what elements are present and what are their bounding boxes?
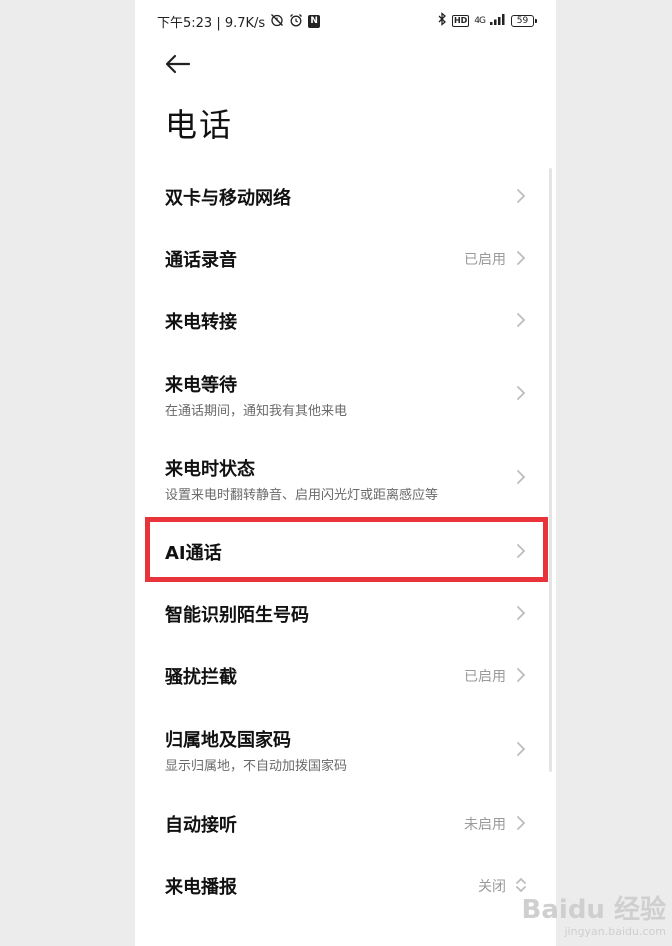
- settings-item-title: 通话录音: [165, 250, 237, 271]
- notification-badge-icon: N: [308, 15, 321, 28]
- settings-item-location-country-code[interactable]: 归属地及国家码 显示归属地，不自动加拨国家码: [135, 706, 556, 792]
- back-button[interactable]: [157, 46, 197, 82]
- settings-item-title: 来电播报: [165, 877, 237, 898]
- settings-item-title: 自动接听: [165, 815, 237, 836]
- chevron-right-icon: [517, 470, 526, 484]
- no-alarm-icon: [270, 13, 284, 31]
- settings-item-call-forwarding[interactable]: 来电转接: [135, 289, 556, 351]
- settings-item-title: 智能识别陌生号码: [165, 605, 309, 626]
- settings-item-dual-sim[interactable]: 双卡与移动网络: [135, 165, 556, 227]
- settings-item-title: 双卡与移动网络: [165, 188, 291, 209]
- settings-item-incoming-call-status[interactable]: 来电时状态 设置来电时翻转静音、启用闪光灯或距离感应等: [135, 435, 556, 517]
- settings-item-call-recording[interactable]: 通话录音 已启用: [135, 227, 556, 289]
- settings-item-subtitle: 设置来电时翻转静音、启用闪光灯或距离感应等: [165, 488, 439, 503]
- settings-item-value: 已启用: [464, 252, 506, 268]
- chevron-right-icon: [517, 251, 526, 265]
- status-bar-right: HD 4G 59: [437, 12, 537, 30]
- status-bar-left: 下午5:23 | 9.7K/s N: [157, 12, 321, 31]
- settings-item-title: 来电转接: [165, 312, 237, 333]
- chevron-right-icon: [517, 386, 526, 400]
- chevron-right-icon: [517, 544, 526, 558]
- settings-item-ai-call[interactable]: AI通话: [135, 520, 556, 582]
- chevron-right-icon: [517, 668, 526, 682]
- network-type-icon: 4G: [474, 16, 486, 26]
- bluetooth-icon: [437, 12, 447, 30]
- settings-item-auto-answer[interactable]: 自动接听 未启用: [135, 792, 556, 854]
- page-title: 电话: [165, 106, 234, 144]
- status-bar: 下午5:23 | 9.7K/s N HD 4G 59: [135, 0, 556, 42]
- settings-item-unknown-number-id[interactable]: 智能识别陌生号码: [135, 582, 556, 644]
- settings-item-call-waiting[interactable]: 来电等待 在通话期间，通知我有其他来电: [135, 351, 556, 435]
- watermark-brand: Baidu 经验: [521, 895, 666, 925]
- settings-item-value: 关闭: [478, 879, 506, 895]
- baidu-jingyan-watermark: Baidu 经验 jingyan.baidu.com: [522, 895, 666, 938]
- signal-strength-icon: [490, 13, 506, 29]
- settings-item-title: AI通话: [165, 543, 222, 564]
- phone-screen: 下午5:23 | 9.7K/s N HD 4G 59 电话 双卡与移动网络 通话…: [135, 0, 556, 946]
- alarm-clock-icon: [289, 13, 303, 31]
- settings-item-value: 未启用: [464, 817, 506, 833]
- settings-item-title: 来电时状态: [165, 459, 255, 480]
- settings-item-value: 已启用: [464, 669, 506, 685]
- chevron-right-icon: [517, 606, 526, 620]
- settings-item-caller-announcement[interactable]: 来电播报 关闭: [135, 854, 556, 916]
- hd-voice-icon: HD: [451, 15, 470, 27]
- chevron-right-icon: [517, 816, 526, 830]
- battery-icon: 59: [511, 15, 537, 27]
- settings-item-title: 骚扰拦截: [165, 667, 237, 688]
- settings-item-subtitle: 在通话期间，通知我有其他来电: [165, 404, 348, 419]
- chevron-right-icon: [517, 313, 526, 327]
- back-arrow-icon: [165, 54, 191, 74]
- chevron-right-icon: [517, 189, 526, 203]
- settings-item-spam-blocking[interactable]: 骚扰拦截 已启用: [135, 644, 556, 706]
- settings-item-title: 归属地及国家码: [165, 730, 291, 751]
- settings-item-title: 来电等待: [165, 375, 237, 396]
- status-time-speed: 下午5:23 | 9.7K/s: [157, 16, 266, 31]
- up-down-chevron-icon: [516, 877, 526, 893]
- watermark-url: jingyan.baidu.com: [564, 925, 666, 938]
- settings-item-subtitle: 显示归属地，不自动加拨国家码: [165, 759, 348, 774]
- chevron-right-icon: [517, 742, 526, 756]
